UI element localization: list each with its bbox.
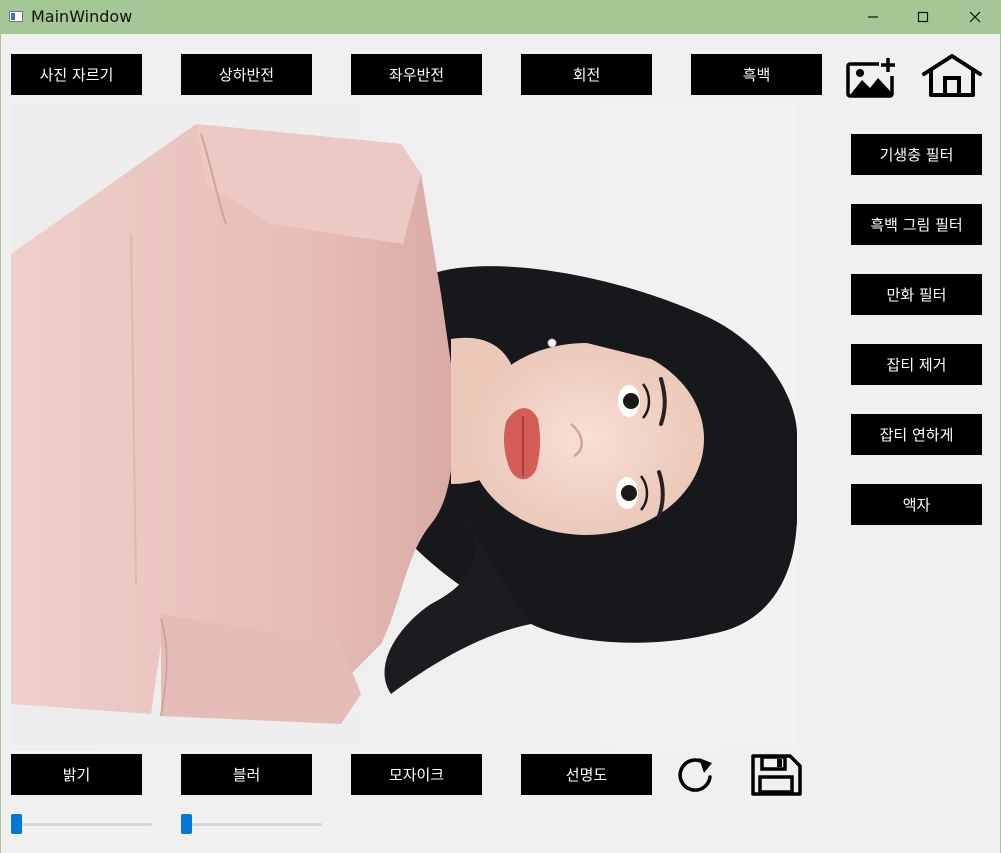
bw-drawing-filter-button[interactable]: 흑백 그림 필터 xyxy=(851,204,982,245)
close-icon xyxy=(969,11,981,23)
save-button[interactable] xyxy=(748,752,804,798)
frame-button[interactable]: 액자 xyxy=(851,484,982,525)
refresh-icon xyxy=(678,758,712,792)
reset-button[interactable] xyxy=(672,755,720,795)
minimize-button[interactable] xyxy=(848,0,898,34)
noise-removal-button[interactable]: 잡티 제거 xyxy=(851,344,982,385)
maximize-icon xyxy=(917,11,929,23)
photo-canvas[interactable] xyxy=(11,104,797,745)
brightness-slider[interactable] xyxy=(11,814,152,834)
mosaic-button[interactable]: 모자이크 xyxy=(351,754,482,795)
sharpness-button[interactable]: 선명도 xyxy=(521,754,652,795)
blur-button[interactable]: 블러 xyxy=(181,754,312,795)
crop-button[interactable]: 사진 자르기 xyxy=(11,54,142,95)
noise-soften-button[interactable]: 잡티 연하게 xyxy=(851,414,982,455)
home-icon xyxy=(922,54,982,97)
app-icon xyxy=(9,11,23,22)
flip-vertical-button[interactable]: 상하반전 xyxy=(181,54,312,95)
flip-horizontal-button[interactable]: 좌우반전 xyxy=(351,54,482,95)
cartoon-filter-button[interactable]: 만화 필터 xyxy=(851,274,982,315)
grayscale-button[interactable]: 흑백 xyxy=(691,54,822,95)
brightness-button[interactable]: 밝기 xyxy=(11,754,142,795)
brightness-slider-track xyxy=(11,823,152,826)
title-bar: MainWindow xyxy=(0,0,1001,34)
parasite-filter-button[interactable]: 기생충 필터 xyxy=(851,134,982,175)
save-icon xyxy=(751,754,802,796)
open-image-button[interactable] xyxy=(846,56,898,100)
blur-slider[interactable] xyxy=(181,814,322,834)
maximize-button[interactable] xyxy=(898,0,948,34)
blur-slider-track xyxy=(181,823,322,826)
add-image-icon xyxy=(846,58,895,98)
blur-slider-handle[interactable] xyxy=(181,814,192,834)
brightness-slider-handle[interactable] xyxy=(11,814,22,834)
window-frame-left xyxy=(0,34,1,853)
rotate-button[interactable]: 회전 xyxy=(521,54,652,95)
window-title: MainWindow xyxy=(31,7,133,26)
close-button[interactable] xyxy=(950,0,1000,34)
home-button[interactable] xyxy=(920,52,984,98)
minimize-icon xyxy=(868,16,878,18)
portrait-photo xyxy=(11,104,797,745)
